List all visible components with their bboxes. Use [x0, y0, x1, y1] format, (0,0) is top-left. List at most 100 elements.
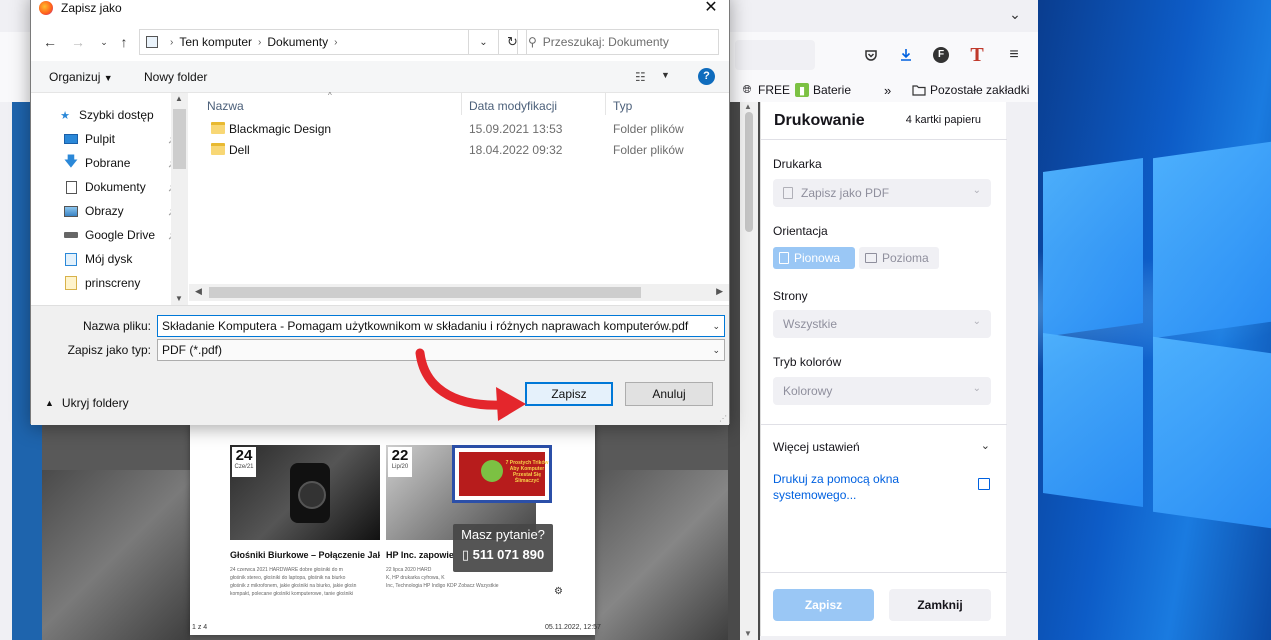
up-icon[interactable]: ↑	[115, 33, 133, 51]
more-bookmarks-button[interactable]: »	[884, 83, 891, 98]
breadcrumb-item[interactable]: Ten komputer	[179, 35, 252, 49]
pc-icon	[146, 36, 158, 48]
help-icon[interactable]: ?	[698, 68, 715, 85]
more-settings-toggle[interactable]: Więcej ustawień	[773, 440, 860, 454]
windows-logo-pane	[1043, 332, 1143, 508]
breadcrumb-item[interactable]: Dokumenty	[267, 35, 328, 49]
file-row[interactable]: Dell 18.04.2022 09:32 Folder plików	[189, 140, 729, 160]
sort-ascending-icon: ^	[328, 91, 332, 100]
pages-select[interactable]: Wszystkie ⌄	[773, 310, 991, 338]
nav-item-quick-access[interactable]: ★ Szybki dostęp	[57, 105, 177, 125]
external-link-icon	[978, 478, 990, 490]
scrollbar-thumb[interactable]	[745, 112, 753, 232]
star-icon: ★	[60, 109, 70, 122]
address-dropdown-icon[interactable]: ⌄	[469, 29, 499, 55]
printer-select[interactable]: Zapisz jako PDF ⌄	[773, 179, 991, 207]
preview-scrollbar[interactable]: ▲ ▼	[740, 102, 758, 640]
drive-icon	[63, 228, 79, 242]
bookmark-baterie[interactable]: ▮ Baterie	[795, 83, 851, 97]
other-bookmarks[interactable]: Pozostałe zakładki	[912, 83, 1029, 97]
orientation-portrait-button[interactable]: Pionowa	[773, 247, 855, 269]
color-mode-select[interactable]: Kolorowy ⌄	[773, 377, 991, 405]
mydrive-icon	[63, 252, 79, 266]
pages-label: Strony	[773, 289, 808, 303]
filename-input[interactable]: Składanie Komputera - Pomagam użytkownik…	[157, 315, 725, 337]
article-meta: 24 czerwca 2021 HARDWARE dobre głośniki …	[230, 567, 357, 597]
globe-icon: 🌐︎	[742, 83, 752, 96]
chevron-down-icon[interactable]: ⌄	[981, 439, 990, 452]
folder-icon	[211, 122, 225, 134]
save-as-dialog: Zapisz jako ✕ ← → ⌄ ↑ › Ten komputer › D…	[30, 0, 730, 425]
hide-folders-toggle[interactable]: ▲ Ukryj foldery	[45, 396, 129, 410]
print-save-button[interactable]: Zapisz	[773, 589, 874, 621]
phone-icon: ▯	[461, 547, 469, 562]
download-icon: 🡇	[63, 153, 79, 169]
system-dialog-link[interactable]: Drukuj za pomocą okna systemowego...	[773, 471, 923, 503]
search-icon: ⚲	[528, 35, 537, 49]
bookmark-free[interactable]: 🌐︎ FREE	[740, 83, 790, 97]
close-icon[interactable]: ✕	[701, 0, 721, 17]
article-image: 24 Cze/21	[230, 445, 380, 540]
chevron-down-icon[interactable]: ⌄	[712, 345, 720, 356]
pocket-icon[interactable]	[860, 44, 882, 66]
scrollbar-thumb[interactable]	[209, 287, 641, 298]
folder-icon	[63, 276, 79, 290]
forward-icon[interactable]: →	[69, 33, 87, 51]
column-header-name[interactable]: Nazwa	[207, 99, 244, 113]
view-dropdown-icon[interactable]: ▼	[661, 70, 670, 80]
chevron-down-icon[interactable]: ⌄	[712, 321, 720, 332]
nav-item-my-drive[interactable]: Mój dysk	[63, 249, 183, 269]
address-bar[interactable]: › Ten komputer › Dokumenty ›	[139, 29, 469, 55]
url-bar[interactable]	[735, 40, 815, 70]
new-folder-button[interactable]: Nowy folder	[144, 70, 207, 84]
extension-f-icon[interactable]: F	[930, 44, 952, 66]
orientation-landscape-button[interactable]: Pozioma	[859, 247, 939, 269]
filetype-label: Zapisz jako typ:	[67, 343, 151, 357]
save-button[interactable]: Zapisz	[525, 382, 613, 406]
article-card: 24 Cze/21 Głośniki Biurkowe – Połączenie…	[230, 445, 380, 625]
navigation-bar: ← → ⌄ ↑ › Ten komputer › Dokumenty › ⌄ ↻…	[31, 23, 729, 61]
resize-grip[interactable]: ⋰	[719, 414, 727, 423]
recent-locations-icon[interactable]: ⌄	[95, 33, 113, 51]
nav-pane-scrollbar[interactable]: ▲ ▼	[171, 93, 188, 305]
orientation-label: Orientacja	[773, 224, 828, 238]
file-row[interactable]: Blackmagic Design 15.09.2021 13:53 Folde…	[189, 119, 729, 139]
folder-icon	[211, 143, 225, 155]
column-header-type[interactable]: Typ	[613, 99, 632, 113]
nav-item-prinscreny[interactable]: prinscreny	[63, 273, 183, 293]
dialog-titlebar: Zapisz jako ✕	[31, 0, 729, 23]
nav-item-google-drive[interactable]: Google Drive 📌︎	[63, 225, 183, 245]
organize-button[interactable]: Organizuj ▼	[49, 70, 113, 84]
page-footer-left: 1 z 4	[192, 624, 208, 631]
view-options-icon[interactable]: ☷	[635, 70, 646, 84]
battery-icon: ▮	[795, 83, 809, 97]
nav-item-pictures[interactable]: Obrazy 📌︎	[63, 201, 183, 221]
portrait-icon	[779, 252, 789, 264]
back-icon[interactable]: ←	[41, 33, 59, 51]
nav-item-desktop[interactable]: Pulpit 📌︎	[63, 129, 183, 149]
file-list-hscrollbar[interactable]: ◀ ▶	[189, 284, 729, 301]
downloads-icon[interactable]	[895, 44, 917, 66]
search-input[interactable]: ⚲ Przeszukaj: Dokumenty	[517, 29, 719, 55]
menu-icon[interactable]: ≡	[1003, 44, 1025, 66]
nav-item-downloads[interactable]: 🡇 Pobrane 📌︎	[63, 153, 183, 173]
filename-label: Nazwa pliku:	[82, 319, 151, 333]
print-close-button[interactable]: Zamknij	[889, 589, 991, 621]
column-header-date[interactable]: Data modyfikacji	[469, 99, 557, 113]
chevron-up-icon: ▲	[45, 398, 54, 408]
windows-logo-pane	[1043, 157, 1143, 338]
extension-t-icon[interactable]: T	[966, 44, 988, 66]
cancel-button[interactable]: Anuluj	[625, 382, 713, 406]
nav-item-documents[interactable]: Dokumenty 📌︎	[63, 177, 183, 197]
folder-icon	[912, 83, 926, 97]
desktop-icon	[63, 132, 79, 146]
chevron-down-icon: ⌄	[972, 185, 981, 196]
scrollbar-thumb[interactable]	[173, 109, 186, 169]
list-all-tabs-icon[interactable]: ⌄	[1006, 6, 1024, 24]
chevron-down-icon: ⌄	[972, 383, 981, 394]
chevron-down-icon: ⌄	[972, 316, 981, 327]
ad-banner: 7 Prostych Trików Aby Komputer Przestał …	[452, 445, 552, 503]
red-arrow-annotation	[415, 348, 526, 421]
desktop-background	[1038, 0, 1271, 640]
speaker-image	[290, 463, 330, 523]
